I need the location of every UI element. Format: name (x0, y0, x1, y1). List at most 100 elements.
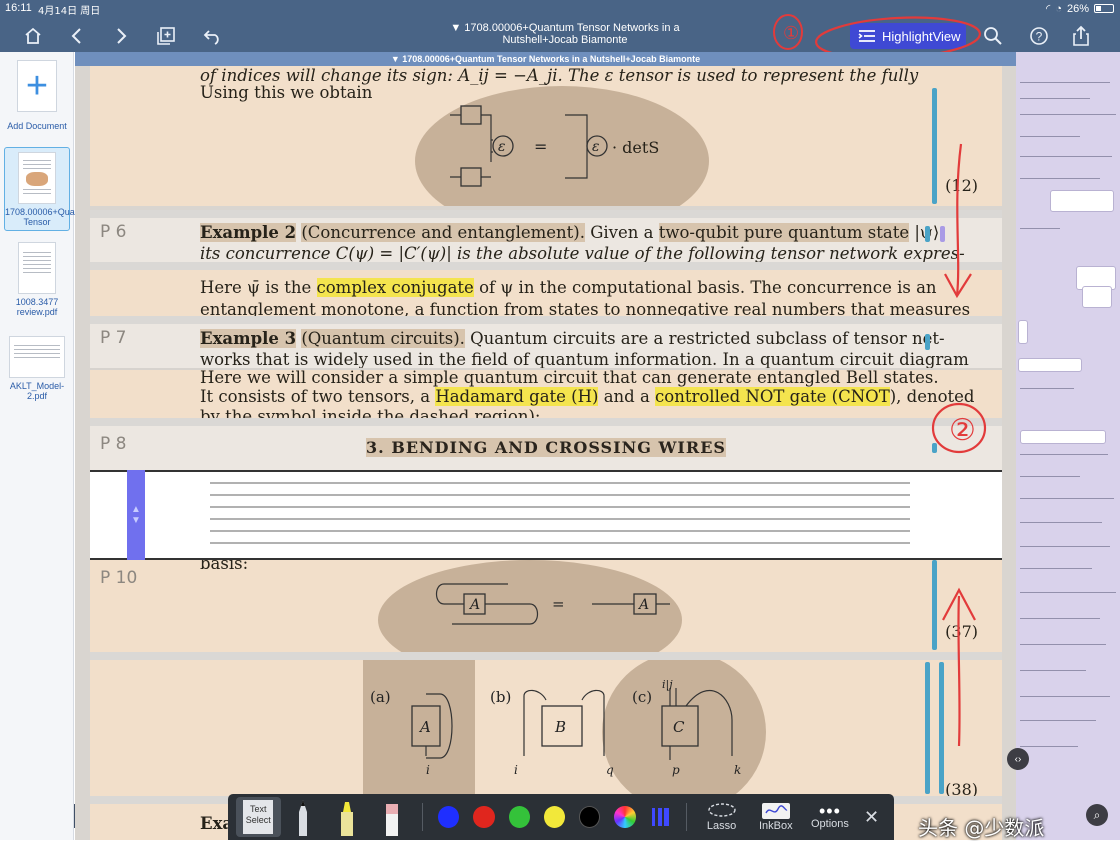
color-green-swatch[interactable] (508, 806, 530, 828)
page-separator (90, 210, 1002, 218)
chevron-down-icon: ▼ (131, 515, 141, 526)
document-sidebar: + Add Document 1708.00006+Quantum Tensor… (0, 52, 95, 840)
status-indicators: ◜ ◔ 26% (1046, 2, 1114, 15)
page-segment-conjugate: Here ψ̄ is the complex conjugate of ψ in… (90, 270, 1002, 316)
text-line: entanglement monotone, a function from s… (200, 300, 971, 316)
text-span: Given a (590, 223, 654, 242)
watermark: 头条 @少数派 (918, 816, 1045, 840)
text-line: Here we will consider a simple quantum c… (200, 368, 939, 387)
handwritten-notes-pane[interactable] (1016, 52, 1120, 840)
undo-icon[interactable] (200, 24, 226, 48)
color-blue-swatch[interactable] (437, 806, 460, 828)
document-name: 1008.3477 review.pdf (15, 297, 59, 317)
help-icon[interactable]: ? (1026, 24, 1052, 48)
page-separator (90, 418, 1002, 426)
text-span: Here ψ̄ is the (200, 278, 312, 297)
expand-horizontal-icon: ‹› (1014, 753, 1022, 765)
plus-icon: + (25, 65, 49, 107)
lasso-label: Lasso (706, 820, 737, 832)
equation-37-diagram: A = A (435, 583, 670, 625)
example-3-subtitle: (Quantum circuits). (301, 329, 465, 348)
document-thumbnail-image (18, 242, 56, 294)
inkbox-tool[interactable]: InkBox (749, 797, 803, 837)
document-thumbnail-2[interactable]: 1008.3477 review.pdf (4, 238, 70, 317)
highlight-marker[interactable] (925, 226, 930, 242)
highlight-marker[interactable] (925, 662, 930, 794)
document-title-line2: Nutshell+Jocab Biamonte (502, 34, 628, 46)
text-line: works that is widely used in the field o… (200, 350, 969, 368)
text-span: Quantum circuits are a restricted subcla… (470, 329, 945, 348)
options-tool[interactable]: ••• Options (803, 797, 857, 837)
document-thumbnail-1[interactable]: 1708.00006+Quantum Tensor (4, 147, 95, 231)
drag-handle[interactable]: ▲ ▼ (127, 470, 145, 560)
add-document-button[interactable]: + (17, 60, 57, 112)
equation-12-rhs: · detS (612, 138, 660, 157)
eraser-icon (385, 804, 398, 836)
eraser-tool[interactable] (370, 797, 415, 837)
zoom-search-icon[interactable]: ⌕ (1086, 804, 1108, 826)
index-i-label: i (514, 763, 518, 777)
pen-icon (298, 800, 307, 836)
document-title[interactable]: ▼ 1708.00006+Quantum Tensor Networks in … (420, 22, 710, 46)
palette-divider (685, 803, 687, 831)
note-card[interactable] (1050, 190, 1114, 212)
battery-percent: 26% (1066, 2, 1089, 15)
document-title-line1: ▼ 1708.00006+Quantum Tensor Networks in … (450, 22, 680, 34)
options-label: Options (810, 818, 849, 830)
highlighter-tool[interactable] (325, 797, 370, 837)
close-icon: ✕ (863, 806, 880, 827)
page-separator (90, 316, 1002, 324)
document-thumbnail-image (18, 152, 56, 204)
chevron-left-icon[interactable] (64, 24, 90, 48)
pen-tool[interactable] (281, 797, 326, 837)
color-picker-swatch[interactable] (614, 806, 636, 828)
close-palette-button[interactable]: ✕ (857, 797, 886, 837)
highlight-span: two-qubit pure quantum state (658, 223, 910, 242)
document-name: AKLT_Model-2.pdf (9, 381, 65, 401)
index-ij-label: i|j (662, 680, 673, 692)
share-icon[interactable] (1068, 24, 1094, 48)
status-date: 4月14日 周日 (38, 6, 101, 17)
text-line: its concurrence C(ψ) = |C′(ψ)| is the ab… (200, 244, 965, 262)
thumbnail-figure (26, 172, 48, 186)
tensor-A-transpose-label: A (637, 597, 649, 613)
document-thumbnail-3[interactable]: AKLT_Model-2.pdf (4, 332, 70, 401)
figure-label-c: (c) (632, 688, 652, 706)
annotation-number-2: ② (949, 413, 976, 448)
figure-38-diagrams: (a) A i (b) B i q (c) C i|j p k (370, 680, 741, 777)
color-yellow-swatch[interactable] (543, 806, 566, 828)
color-red-swatch[interactable] (473, 806, 495, 828)
home-icon[interactable] (20, 24, 46, 48)
note-card[interactable] (1020, 430, 1106, 444)
document-thumbnail-image (9, 336, 65, 378)
selected-text-region[interactable] (90, 470, 1002, 560)
page-label: P 6 (100, 222, 127, 242)
inkbox-icon (761, 803, 790, 819)
page-segment-p10: basis: P 10 A = A (37) (90, 560, 1002, 652)
note-card[interactable] (1082, 286, 1112, 308)
text-select-tool[interactable]: Text Select (236, 797, 281, 837)
pane-resize-handle[interactable]: ‹› (1007, 748, 1029, 770)
tensor-B-label: B (554, 718, 566, 736)
wifi-icon: ◜ (1046, 3, 1051, 15)
stroke-width-tool[interactable] (643, 797, 678, 837)
add-document-label: Add Document (7, 121, 67, 131)
lasso-icon (707, 803, 736, 817)
page-segment-p6: P 6 Example 2 (Concurrence and entanglem… (90, 218, 1002, 262)
annotation-number-1: ① (783, 23, 799, 44)
example-2-title: Example 2 (200, 223, 297, 242)
example-2-subtitle: (Concurrence and entanglement). (301, 223, 585, 242)
page-segment-bell: Here we will consider a simple quantum c… (90, 368, 1002, 420)
tensor-A-label: A (418, 718, 431, 736)
add-page-icon[interactable] (153, 24, 179, 48)
note-card[interactable] (1018, 320, 1028, 344)
figure-label-a: (a) (370, 688, 391, 706)
highlight-span: complex conjugate (316, 278, 474, 297)
color-black-swatch[interactable] (579, 806, 601, 828)
page-file-header: ▼ 1708.00006+Quantum Tensor Networks in … (75, 52, 1016, 66)
highlight-marker[interactable] (925, 334, 930, 350)
chevron-right-icon[interactable] (108, 24, 134, 48)
document-canvas[interactable]: of indices will change its sign: A_ij = … (75, 66, 1016, 840)
lasso-tool[interactable]: Lasso (695, 797, 749, 837)
note-card[interactable] (1018, 358, 1082, 372)
